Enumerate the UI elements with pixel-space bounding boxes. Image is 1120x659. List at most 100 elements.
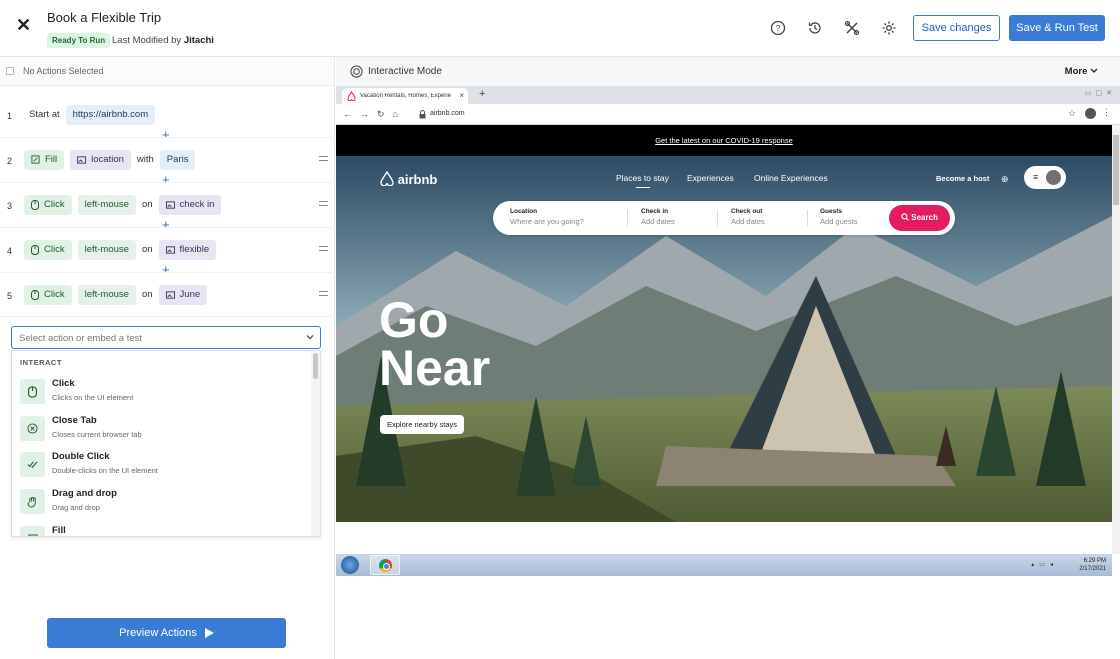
user-menu[interactable]: ≡	[1024, 166, 1066, 189]
option-click[interactable]: Click Clicks on the UI element	[20, 376, 310, 412]
field-placeholder: Add dates	[731, 217, 765, 226]
close-icon[interactable]: ✕	[16, 16, 32, 34]
image-element-icon	[165, 290, 175, 299]
account-icon[interactable]	[1085, 108, 1096, 119]
become-host-link[interactable]: Become a host	[936, 174, 989, 183]
status-badge: Ready To Run	[47, 33, 111, 48]
field-placeholder: Add guests	[820, 217, 858, 226]
fill-icon	[20, 526, 45, 536]
history-icon[interactable]	[807, 20, 823, 36]
help-icon[interactable]: ?	[770, 20, 786, 36]
svg-text:?: ?	[776, 23, 781, 33]
action-chip[interactable]: Fill	[24, 149, 65, 170]
chevron-down-icon	[1090, 68, 1098, 73]
image-element-icon	[165, 245, 175, 254]
target-chip[interactable]: flexible	[158, 239, 217, 260]
modifier-chip[interactable]: left-mouse	[77, 194, 136, 215]
modifier-chip[interactable]: left-mouse	[77, 284, 136, 305]
select-all-checkbox[interactable]	[6, 67, 14, 75]
taskbar-chrome-app[interactable]	[370, 555, 400, 575]
dropdown-scroll-thumb[interactable]	[313, 353, 318, 379]
browser-menu-icon[interactable]: ⋮	[1102, 107, 1111, 118]
action-select[interactable]: Select action or embed a test	[11, 326, 321, 349]
windows-taskbar: ▴▭◂ 6:29 PM 2/17/2021	[336, 554, 1112, 576]
preview-actions-button[interactable]: Preview Actions	[47, 618, 286, 648]
action-chip[interactable]: Click	[24, 239, 72, 260]
test-title: Book a Flexible Trip	[47, 10, 162, 25]
active-nav-underline	[636, 187, 650, 188]
drag-handle-icon[interactable]	[319, 291, 328, 296]
more-menu[interactable]: More	[1065, 66, 1098, 77]
connector-label: with	[136, 154, 154, 165]
start-url-chip[interactable]: https://airbnb.com	[65, 104, 156, 125]
modifier-chip[interactable]: left-mouse	[77, 239, 136, 260]
drag-handle-icon[interactable]	[319, 246, 328, 251]
start-at-label: Start at	[29, 109, 60, 120]
nav-experiences[interactable]: Experiences	[687, 173, 734, 183]
bookmark-star-icon[interactable]: ☆	[1068, 108, 1076, 119]
covid-link[interactable]: Get the latest on our COVID-19 response	[655, 136, 793, 145]
browser-tab-strip: Vacation Rentals, Homes, Experie × + ▭▢✕	[336, 86, 1120, 104]
target-chip[interactable]: check in	[158, 194, 222, 215]
check-out-field[interactable]: Check out Add dates	[731, 208, 765, 226]
nav-places-to-stay[interactable]: Places to stay	[616, 173, 669, 183]
drag-handle-icon[interactable]	[319, 201, 328, 206]
save-changes-button[interactable]: Save changes	[913, 15, 1000, 41]
tools-icon[interactable]	[844, 20, 860, 36]
option-title: Drag and drop	[52, 488, 117, 499]
tab-close-icon[interactable]: ×	[459, 91, 464, 100]
field-placeholder: Add dates	[641, 217, 675, 226]
globe-icon[interactable]: ⊕	[1001, 174, 1009, 185]
airbnb-logo[interactable]: airbnb	[380, 170, 437, 187]
browser-panel-header: Interactive Mode More	[336, 57, 1120, 86]
page-scroll-thumb[interactable]	[1113, 135, 1119, 205]
taskbar-clock[interactable]: 6:29 PM 2/17/2021	[1079, 557, 1106, 573]
dropdown-scrollbar[interactable]	[311, 351, 320, 536]
location-field[interactable]: Location Where are you going?	[510, 208, 584, 226]
guests-field[interactable]: Guests Add guests	[820, 208, 858, 226]
target-chip[interactable]: June	[158, 284, 208, 305]
window-controls[interactable]: ▭▢✕	[1085, 89, 1116, 97]
system-tray-icons[interactable]: ▴▭◂	[1031, 561, 1058, 568]
nav-online-experiences[interactable]: Online Experiences	[754, 173, 828, 183]
lock-icon	[419, 110, 426, 119]
field-label: Location	[510, 208, 538, 215]
option-description: Clicks on the UI element	[52, 393, 134, 402]
action-chip[interactable]: Click	[24, 284, 72, 305]
action-chip[interactable]: Click	[24, 194, 72, 215]
save-and-run-button[interactable]: Save & Run Test	[1009, 15, 1105, 41]
dropdown-group-label: INTERACT	[20, 358, 62, 367]
top-bar: ✕ Book a Flexible Trip Ready To Run Last…	[0, 0, 1120, 57]
option-description: Double-clicks on the UI element	[52, 466, 158, 475]
action-label: Fill	[45, 154, 58, 165]
search-button[interactable]: Search	[889, 205, 950, 231]
explore-nearby-button[interactable]: Explore nearby stays	[380, 415, 465, 434]
value-chip[interactable]: Paris	[159, 149, 196, 170]
target-label: location	[91, 154, 124, 165]
target-chip[interactable]: location	[70, 149, 131, 170]
option-close-tab[interactable]: Close Tab Closes current browser tab	[20, 413, 310, 449]
browser-tab[interactable]: Vacation Rentals, Homes, Experie ×	[342, 88, 468, 104]
option-drag-and-drop[interactable]: Drag and drop Drag and drop	[20, 486, 310, 522]
option-double-click[interactable]: Double Click Double-clicks on the UI ele…	[20, 449, 310, 485]
option-fill[interactable]: Fill	[20, 523, 310, 536]
action-select-placeholder: Select action or embed a test	[19, 333, 143, 344]
url-text[interactable]: airbnb.com	[430, 110, 465, 117]
mouse-icon	[31, 244, 39, 255]
search-button-label: Search	[911, 213, 938, 222]
airbnb-logo-icon	[380, 170, 394, 187]
windows-start-icon[interactable]	[341, 556, 359, 574]
page-scrollbar[interactable]	[1112, 125, 1120, 554]
image-element-icon	[165, 200, 175, 209]
clock-time: 6:29 PM	[1083, 558, 1106, 564]
settings-gear-icon[interactable]	[881, 20, 897, 36]
step-5[interactable]: 5 Click left-mouse on June	[0, 271, 335, 316]
drag-handle-icon[interactable]	[319, 156, 328, 161]
selection-status: No Actions Selected	[23, 66, 104, 76]
check-in-field[interactable]: Check in Add dates	[641, 208, 675, 226]
new-tab-icon[interactable]: +	[479, 88, 485, 100]
actions-header: No Actions Selected	[0, 57, 334, 86]
option-title: Close Tab	[52, 415, 97, 426]
step-number: 3	[7, 201, 13, 211]
nav-buttons[interactable]: ←→↻⌂	[343, 109, 406, 120]
